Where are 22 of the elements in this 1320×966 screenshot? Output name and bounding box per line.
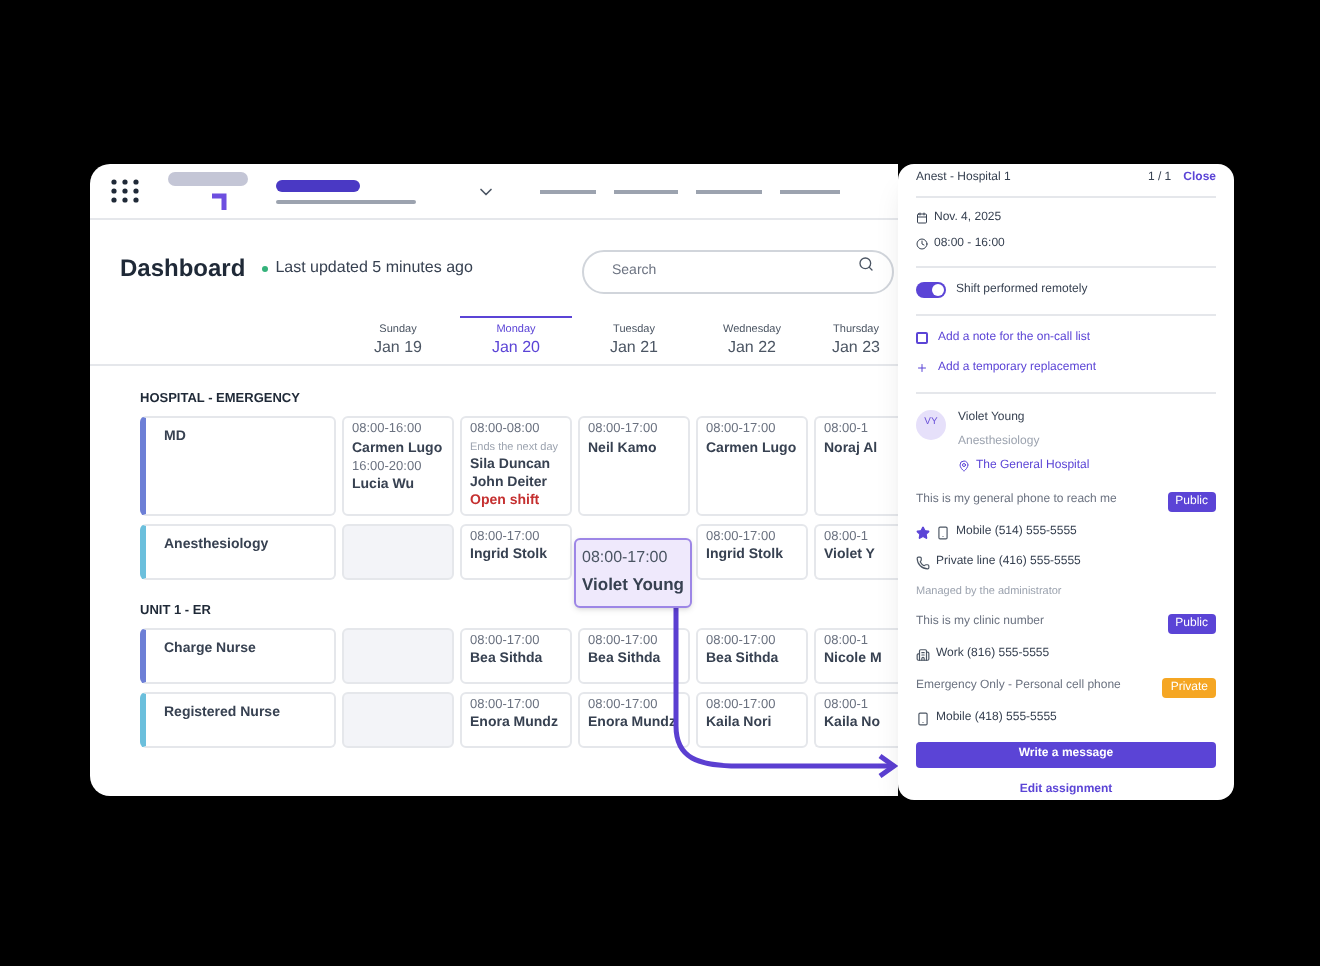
calendar-icon bbox=[916, 212, 928, 225]
empty-shift-cell bbox=[342, 691, 454, 748]
app-grid-icon[interactable] bbox=[110, 178, 140, 204]
mobile-phone-icon bbox=[936, 525, 950, 540]
last-updated-text: Last updated 5 minutes ago bbox=[275, 256, 473, 280]
location-pin-icon bbox=[958, 460, 970, 473]
staff-name: Violet Young bbox=[582, 576, 684, 593]
empty-shift-cell bbox=[342, 627, 454, 684]
plus-icon bbox=[916, 362, 928, 375]
shift-time: 08:00-17:00 bbox=[582, 550, 670, 566]
empty-shift-cell bbox=[342, 523, 454, 580]
remote-toggle[interactable] bbox=[916, 282, 946, 299]
building-icon bbox=[916, 647, 930, 662]
phone-icon bbox=[916, 555, 930, 570]
mobile-phone-icon bbox=[916, 711, 930, 726]
dragged-shift-card[interactable]: 08:00-17:00 Violet Young bbox=[574, 538, 692, 608]
logo-icon bbox=[168, 171, 248, 211]
note-checkbox[interactable] bbox=[916, 332, 928, 345]
app-name-placeholder bbox=[276, 179, 360, 191]
search-icon bbox=[858, 256, 874, 273]
page-title: Dashboard bbox=[120, 252, 246, 286]
clock-icon bbox=[916, 238, 928, 251]
